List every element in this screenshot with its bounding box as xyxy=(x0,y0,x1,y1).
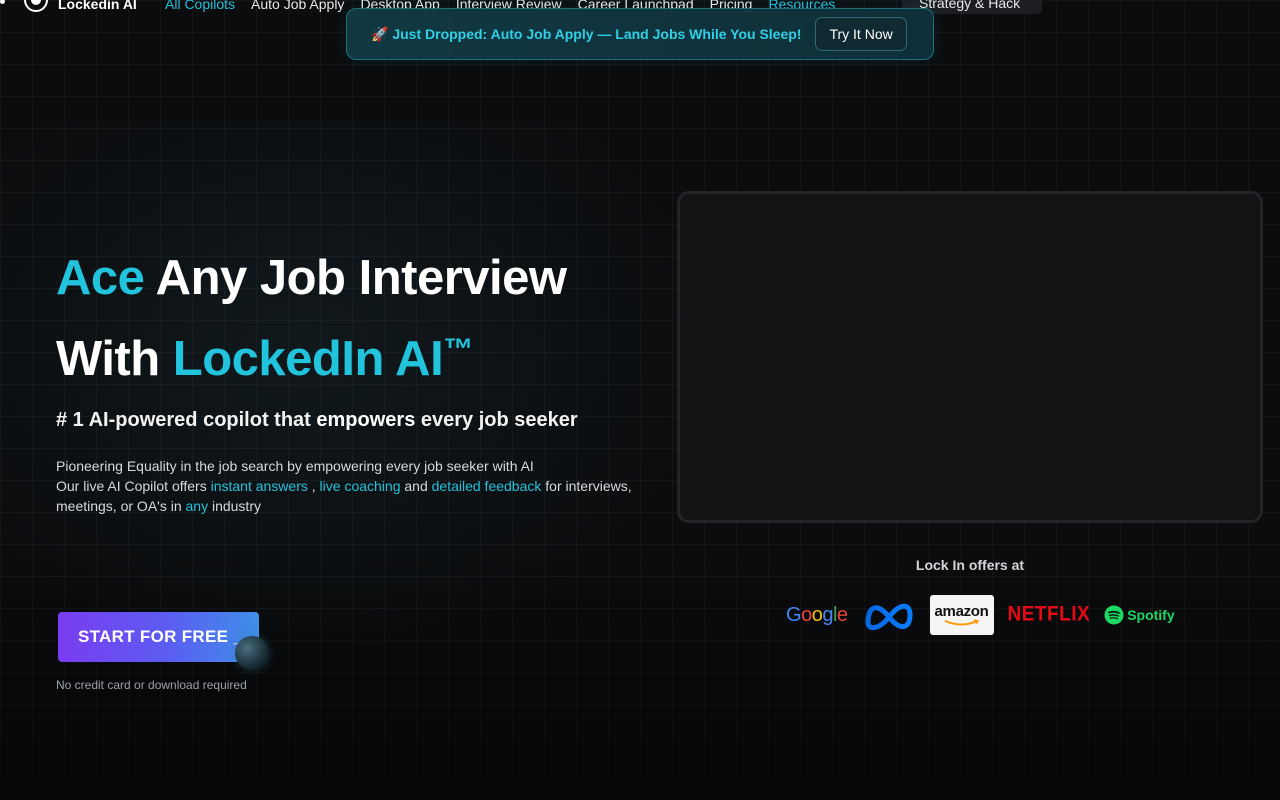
banner-text: 🚀 Just Dropped: Auto Job Apply — Land Jo… xyxy=(371,26,801,43)
try-it-now-button[interactable]: Try It Now xyxy=(815,17,907,51)
desc-sep: , xyxy=(307,478,320,494)
spotify-wordmark: Spotify xyxy=(1127,607,1175,623)
amazon-wordmark: amazon xyxy=(934,602,989,620)
desc-line1: Pioneering Equality in the job search by… xyxy=(56,458,534,474)
banner-message: Just Dropped: Auto Job Apply — Land Jobs… xyxy=(392,25,802,42)
hero-description: Pioneering Equality in the job search by… xyxy=(56,456,636,516)
hero-title-accent: Ace xyxy=(56,251,145,305)
cta-note: No credit card or download required xyxy=(56,678,247,692)
meta-logo-icon xyxy=(865,603,913,630)
brand[interactable]: Lockedin AI xyxy=(24,0,137,14)
amazon-smile-icon xyxy=(944,618,979,625)
subtitle-bold: empowers xyxy=(316,409,416,431)
desc-detailed-feedback: detailed feedback xyxy=(431,478,542,494)
trademark-symbol: ™ xyxy=(443,333,473,366)
desc-instant-answers: instant answers xyxy=(210,478,308,494)
spotify-logo-icon: Spotify xyxy=(1104,605,1175,625)
company-logos: Google amazon NETFLIX Spotify xyxy=(786,595,1175,635)
desc-live-coaching: live coaching xyxy=(319,478,401,494)
bottom-fade xyxy=(0,540,1280,800)
netflix-logo-icon: NETFLIX xyxy=(1007,602,1091,626)
hero-title-line1: Any Job Interview xyxy=(144,251,567,305)
google-logo-icon: Google xyxy=(786,603,848,626)
hero-title-line2-lead: With xyxy=(56,332,173,386)
desc-any: any xyxy=(185,498,209,514)
hero-title-brand: LockedIn AI xyxy=(172,332,444,386)
subtitle-pre: # 1 AI-powered copilot that xyxy=(56,409,317,431)
amazon-logo-icon: amazon xyxy=(929,595,994,635)
offers-title: Lock In offers at xyxy=(915,557,1025,573)
desc-end: industry xyxy=(208,498,261,514)
hero-glow xyxy=(0,120,760,680)
nav-dot xyxy=(0,0,5,4)
hero-title: Ace Any Job Interview With LockedIn AI™ xyxy=(56,242,567,395)
rocket-icon: 🚀 xyxy=(371,25,389,42)
spotify-circle-icon xyxy=(1104,605,1124,625)
hero-subtitle: # 1 AI-powered copilot that empowers eve… xyxy=(56,409,578,432)
subtitle-post: every job seeker xyxy=(415,409,578,431)
lockedin-logo-icon xyxy=(24,0,48,12)
nav-link-all-copilots[interactable]: All Copilots xyxy=(165,0,235,14)
announcement-banner: 🚀 Just Dropped: Auto Job Apply — Land Jo… xyxy=(346,8,934,60)
desc-and: and xyxy=(400,478,432,494)
desc-pre: Our live AI Copilot offers xyxy=(56,478,211,494)
nav-link-auto-job-apply[interactable]: Auto Job Apply xyxy=(251,0,344,14)
brand-name: Lockedin AI xyxy=(58,0,137,12)
demo-video-panel[interactable] xyxy=(677,191,1263,523)
start-for-free-button[interactable]: START FOR FREE _ xyxy=(58,612,259,662)
cta-orb-icon xyxy=(235,636,269,670)
